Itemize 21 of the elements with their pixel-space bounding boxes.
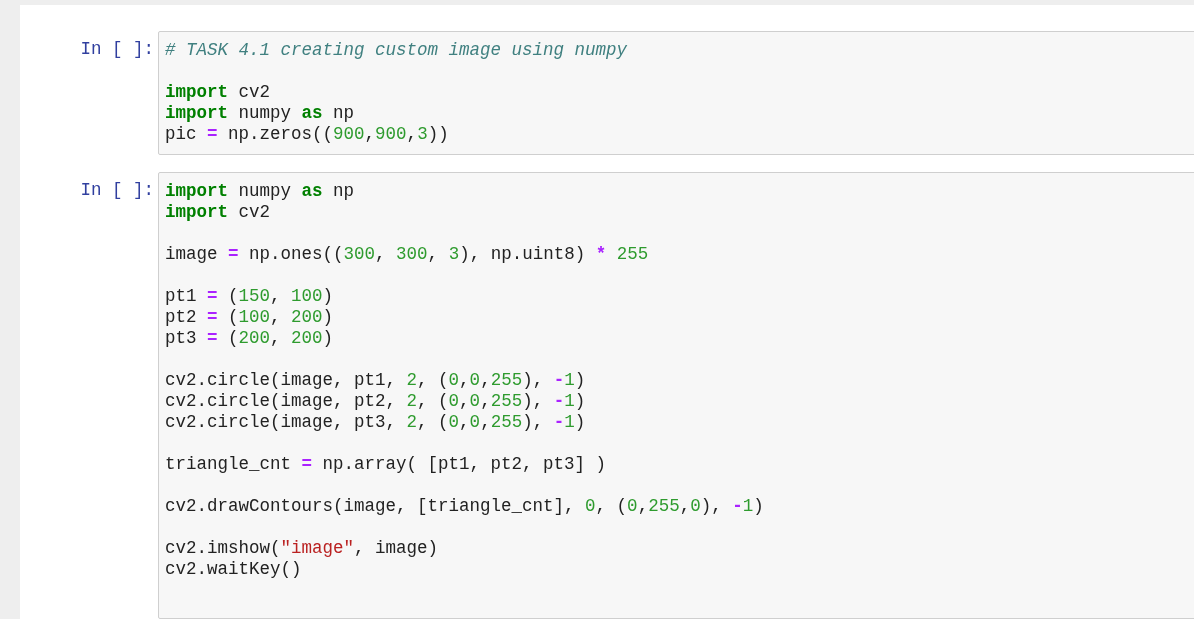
code-line: cv2.waitKey(): [165, 559, 302, 580]
code-line: import cv2: [165, 202, 271, 223]
cell-prompt: In [ ]:: [79, 38, 154, 60]
code-line: cv2.imshow("image", image): [165, 538, 439, 559]
code-line: # TASK 4.1 creating custom image using numpy: [165, 40, 628, 61]
code-line: pt3 = (200, 200): [165, 328, 334, 349]
code-line: image = np.ones((300, 300, 3), np.uint8) * 255: [165, 244, 649, 265]
code-line: cv2.circle(image, pt2, 2, (0,0,255), -1): [165, 391, 586, 412]
code-line: pic = np.zeros((900,900,3)): [165, 124, 449, 145]
code-cell[interactable]: [158, 172, 1194, 619]
cell-prompt: In [ ]:: [79, 179, 154, 201]
code-line: triangle_cnt = np.array( [pt1, pt2, pt3] ): [165, 454, 607, 475]
code-line: pt1 = (150, 100): [165, 286, 334, 307]
code-line: cv2.circle(image, pt3, 2, (0,0,255), -1): [165, 412, 586, 433]
code-line: import numpy as np: [165, 103, 355, 124]
code-line: cv2.drawContours(image, [triangle_cnt], 0, (0,255,0), -1): [165, 496, 764, 517]
code-line: import cv2: [165, 82, 271, 103]
code-cell[interactable]: # TASK 4.1 creating custom image using numpy import cv2 import numpy as np pic = np.zeros((900,900,3)): [158, 31, 1194, 155]
code-line: import numpy as np: [165, 181, 355, 202]
code-line: pt2 = (100, 200): [165, 307, 334, 328]
code-line: cv2.circle(image, pt1, 2, (0,0,255), -1): [165, 370, 586, 391]
